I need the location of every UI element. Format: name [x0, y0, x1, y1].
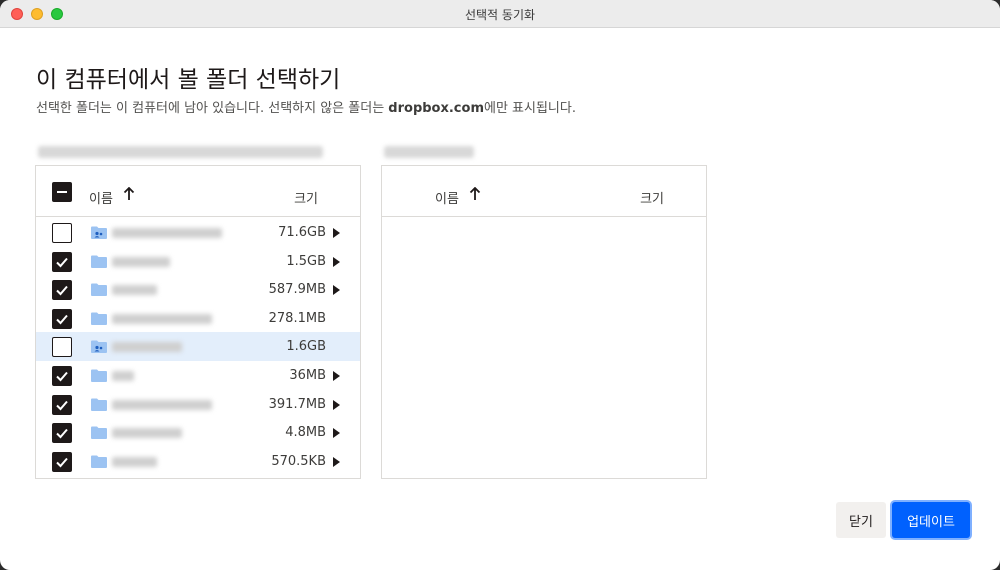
- folder-row[interactable]: 36MB: [36, 361, 360, 390]
- expand-arrow-icon[interactable]: [333, 285, 340, 296]
- window-title: 선택적 동기화: [464, 8, 536, 22]
- left-panel-path-label: [38, 146, 323, 158]
- folder-icon: [91, 255, 107, 268]
- close-button[interactable]: 닫기: [836, 502, 886, 538]
- folder-row[interactable]: 278.1MB: [36, 304, 360, 333]
- folder-list-panel: 이름 크기 71.6GB 1.5GB 587.9MB 278.1MB 1.6GB 36MB…: [35, 165, 361, 479]
- shared-folder-icon: [91, 226, 107, 239]
- expand-arrow-icon[interactable]: [333, 371, 340, 381]
- folder-name-redacted: [112, 228, 222, 238]
- checkmark-icon: [56, 400, 68, 411]
- folder-name-redacted: [112, 456, 157, 467]
- folder-size: 71.6GB: [278, 225, 326, 240]
- folder-checkbox[interactable]: [52, 251, 72, 272]
- right-panel-path-label: [384, 146, 474, 158]
- folder-name-redacted: [112, 399, 212, 410]
- folder-icon: [91, 398, 107, 411]
- folder-row[interactable]: 1.6GB: [36, 332, 360, 361]
- checkmark-icon: [56, 457, 68, 468]
- subfolder-panel: 이름 크기: [381, 165, 707, 479]
- select-all-checkbox[interactable]: [52, 182, 72, 202]
- folder-name-redacted: [112, 313, 212, 324]
- folder-size: 587.9MB: [268, 282, 326, 298]
- subfolder-header: 이름 크기: [382, 166, 706, 217]
- folder-name-redacted: [112, 285, 157, 296]
- update-button[interactable]: 업데이트: [892, 502, 970, 538]
- folder-name-redacted: [112, 371, 134, 381]
- folder-size: 278.1MB: [268, 310, 326, 326]
- checkmark-icon: [56, 314, 68, 325]
- folder-checkbox[interactable]: [52, 423, 72, 444]
- folder-checkbox[interactable]: [52, 337, 72, 358]
- checkmark-icon: [56, 429, 68, 439]
- folder-icon: [91, 455, 107, 468]
- folder-size: 36MB: [289, 368, 326, 383]
- checkmark-icon: [56, 371, 68, 382]
- page-subtitle: 선택한 폴더는 이 컴퓨터에 남아 있습니다. 선택하지 않은 폴더는 drop…: [36, 97, 576, 116]
- folder-size: 1.6GB: [286, 339, 326, 355]
- checkmark-icon: [56, 286, 68, 296]
- folder-icon: [91, 426, 107, 440]
- folder-row[interactable]: 71.6GB: [36, 218, 360, 247]
- shared-folder-icon: [91, 340, 107, 354]
- right-column-name-header[interactable]: 이름: [435, 188, 459, 207]
- folder-checkbox[interactable]: [52, 223, 72, 243]
- folder-size: 4.8MB: [285, 425, 326, 441]
- folder-name-redacted: [112, 428, 182, 439]
- folder-checkbox[interactable]: [52, 394, 72, 415]
- folder-row[interactable]: 4.8MB: [36, 418, 360, 447]
- folder-checkbox[interactable]: [52, 308, 72, 329]
- expand-arrow-icon[interactable]: [333, 228, 340, 238]
- folder-checkbox[interactable]: [52, 451, 72, 472]
- folder-icon: [91, 312, 107, 325]
- folder-checkbox[interactable]: [52, 280, 72, 301]
- folder-name-redacted: [112, 256, 170, 267]
- folder-size: 570.5KB: [271, 453, 326, 469]
- expand-arrow-icon[interactable]: [333, 456, 340, 467]
- expand-arrow-icon[interactable]: [333, 428, 340, 439]
- folder-size: 391.7MB: [268, 396, 326, 412]
- folder-checkbox[interactable]: [52, 366, 72, 386]
- folder-size: 1.5GB: [286, 253, 326, 269]
- column-size-header[interactable]: 크기: [294, 188, 318, 207]
- folder-row[interactable]: 1.5GB: [36, 247, 360, 276]
- checkmark-icon: [56, 257, 68, 268]
- folder-row[interactable]: 587.9MB: [36, 275, 360, 304]
- expand-arrow-icon[interactable]: [333, 399, 340, 410]
- page-title: 이 컴퓨터에서 볼 폴더 선택하기: [36, 67, 341, 93]
- subtitle-text-start: 선택한 폴더는 이 컴퓨터에 남아 있습니다. 선택하지 않은 폴더는: [36, 101, 389, 116]
- right-sort-ascending-icon: [469, 187, 481, 200]
- subtitle-text-end: 에만 표시됩니다.: [484, 101, 576, 116]
- right-column-size-header[interactable]: 크기: [640, 188, 664, 207]
- expand-arrow-icon[interactable]: [333, 256, 340, 267]
- folder-icon: [91, 283, 107, 297]
- title-bar: 선택적 동기화: [0, 0, 1000, 28]
- folder-list-header: 이름 크기: [36, 166, 360, 217]
- folder-icon: [91, 369, 107, 382]
- folder-name-redacted: [112, 342, 182, 353]
- column-name-header[interactable]: 이름: [89, 188, 113, 207]
- subtitle-domain: dropbox.com: [388, 101, 484, 116]
- folder-row[interactable]: 570.5KB: [36, 447, 360, 476]
- selective-sync-window: 선택적 동기화 이 컴퓨터에서 볼 폴더 선택하기 선택한 폴더는 이 컴퓨터에…: [0, 0, 1000, 570]
- sort-ascending-icon: [123, 187, 135, 200]
- folder-row[interactable]: 391.7MB: [36, 390, 360, 419]
